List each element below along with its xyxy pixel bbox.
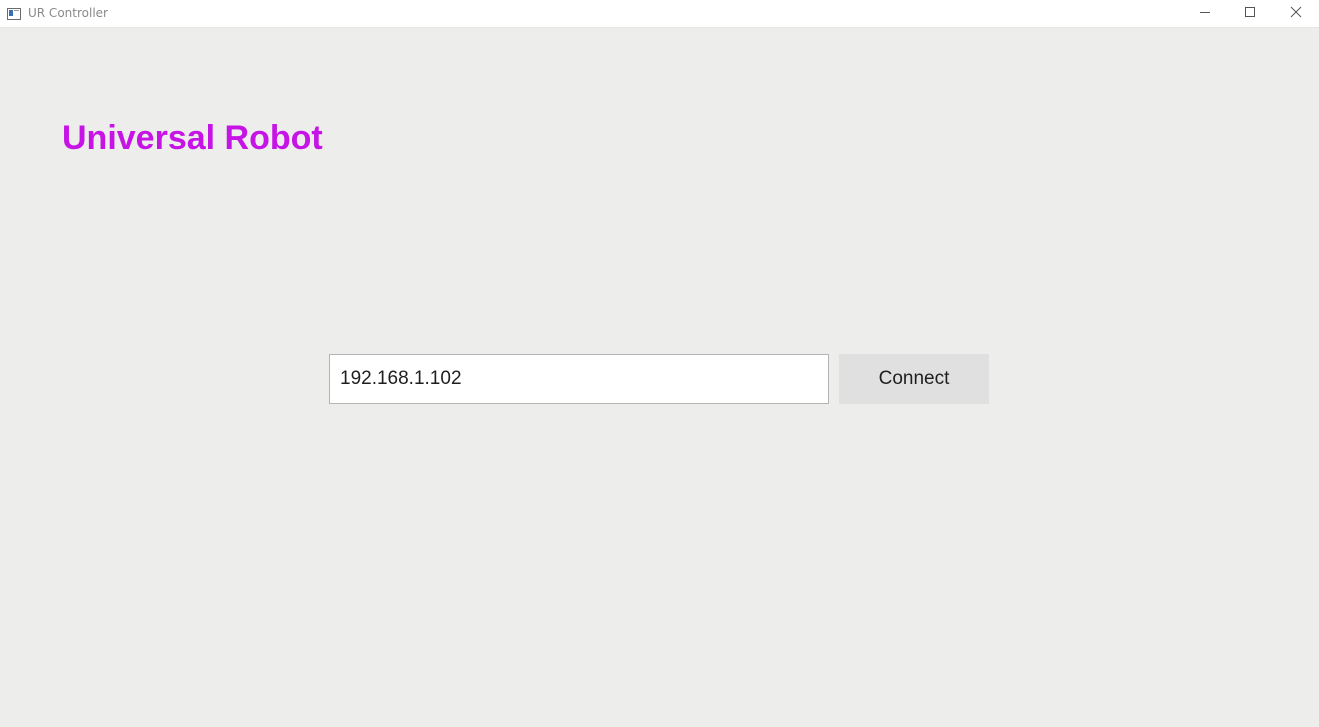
ip-address-input[interactable] — [329, 354, 829, 404]
maximize-icon — [1244, 5, 1256, 23]
close-button[interactable] — [1273, 0, 1319, 28]
connect-button[interactable]: Connect — [839, 354, 989, 404]
app-window: UR Controller Universal Robot 192.168.1.… — [0, 0, 1319, 727]
maximize-button[interactable] — [1227, 0, 1273, 28]
title-bar[interactable]: UR Controller — [0, 0, 1319, 28]
page-title: Universal Robot — [62, 119, 323, 157]
close-icon — [1290, 5, 1302, 23]
minimize-button[interactable] — [1182, 0, 1228, 28]
window-title: UR Controller — [28, 6, 108, 20]
app-window-icon — [7, 7, 21, 20]
minimize-icon — [1199, 5, 1211, 23]
